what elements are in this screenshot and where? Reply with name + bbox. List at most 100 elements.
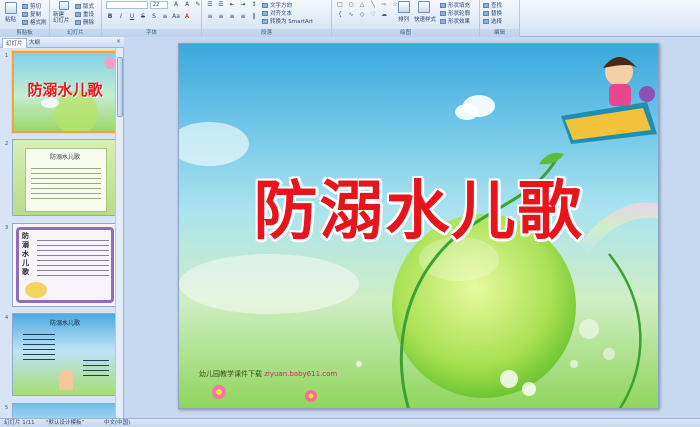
justify-icon[interactable]: ≡ <box>239 13 247 20</box>
align-right-icon[interactable]: ≡ <box>228 13 236 20</box>
pane-tabs: 幻灯片 大纲 × <box>0 37 124 48</box>
select-button[interactable]: 选择 <box>483 17 502 25</box>
thumbnail-item[interactable]: 4 防溺水儿歌 <box>2 313 116 397</box>
thumbnail-item[interactable]: 5 <box>2 403 116 418</box>
quick-styles-icon[interactable] <box>418 1 430 13</box>
bold-icon[interactable]: B <box>106 13 114 20</box>
font-group: 22 A A ✎ B I U S S ≡ Aa A 字体 <box>102 0 202 37</box>
cut-button[interactable]: 剪切 <box>22 2 41 10</box>
underline-icon[interactable]: U <box>128 13 136 20</box>
line-shape-icon[interactable]: ╲ <box>369 1 377 8</box>
reset-icon <box>75 12 81 17</box>
layout-button[interactable]: 版式 <box>75 2 94 10</box>
triangle-shape-icon[interactable]: △ <box>358 1 366 8</box>
thumbnail-slide-3[interactable]: 防溺水儿歌 <box>12 223 116 307</box>
decrease-indent-icon[interactable]: ⇤ <box>228 1 236 8</box>
grow-font-icon[interactable]: A <box>172 1 180 8</box>
thumbnail-number: 4 <box>5 315 9 321</box>
slide-footer[interactable]: 幼儿园教学课件下载 ziyuan.baby611.com <box>199 369 337 379</box>
text-direction-button[interactable]: 文字方向 <box>262 1 292 9</box>
numbering-icon[interactable]: ☰ <box>217 1 225 8</box>
thumbnail-text-lines <box>31 164 101 202</box>
drawing-group-label: 绘图 <box>332 29 479 37</box>
align-left-icon[interactable]: ≡ <box>206 13 214 20</box>
smartart-button[interactable]: 转换为 SmartArt <box>262 17 313 25</box>
thumbnail-slide-4[interactable]: 防溺水儿歌 <box>12 313 116 396</box>
new-slide-button[interactable]: 新建 幻灯片 <box>53 12 70 24</box>
replace-button[interactable]: 替换 <box>483 9 502 17</box>
thumbnail-slide-5[interactable] <box>12 403 116 418</box>
clipboard-group: 粘贴 剪切 复制 格式刷 剪贴板 <box>0 0 50 37</box>
copy-button[interactable]: 复制 <box>22 10 41 18</box>
thumbnail-number: 3 <box>5 225 9 231</box>
thumbnail-scrollbar[interactable] <box>115 48 123 418</box>
spacing-icon[interactable]: ≡ <box>161 13 169 20</box>
thumbnail-slide-1[interactable]: 防溺水儿歌 <box>12 51 116 133</box>
clear-format-icon[interactable]: ✎ <box>194 1 202 8</box>
cloud-shape-icon[interactable]: ☁ <box>380 11 388 18</box>
line-spacing-icon[interactable]: ↕ <box>250 1 258 8</box>
shapes-gallery[interactable]: □ ○ △ ╲ ⇨ ☆ <box>336 1 399 8</box>
font-style-buttons: B I U S S ≡ Aa A <box>106 13 191 20</box>
shadow-icon[interactable]: S <box>150 13 158 20</box>
font-group-label: 字体 <box>102 29 201 37</box>
slides-group-label: 幻灯片 <box>50 29 101 37</box>
reset-button[interactable]: 重设 <box>75 10 94 18</box>
find-button[interactable]: 查找 <box>483 1 502 9</box>
columns-icon[interactable]: ‖ <box>250 13 258 20</box>
thumbnail-text-lines <box>37 236 109 276</box>
brace-shape-icon[interactable]: { <box>336 11 344 18</box>
new-slide-icon[interactable] <box>59 1 69 10</box>
oval-shape-icon[interactable]: ○ <box>347 1 355 8</box>
slides-pane: 幻灯片 大纲 × 1 防溺水儿歌 2 防溺水儿歌 3 防溺水儿歌 4 防溺水儿歌… <box>0 37 124 418</box>
font-name-combo[interactable] <box>106 1 148 9</box>
theme-name: "默认设计模板" <box>46 420 85 426</box>
shape-effects-button[interactable]: 形状效果 <box>440 17 470 25</box>
heart-shape-icon[interactable]: ♡ <box>369 11 377 18</box>
delete-label: 删除 <box>83 20 95 26</box>
cursor-icon <box>483 19 489 24</box>
increase-indent-icon[interactable]: ⇥ <box>239 1 247 8</box>
thumbnail-number: 1 <box>5 53 9 59</box>
thumbnail-item[interactable]: 1 防溺水儿歌 <box>2 51 116 135</box>
bullets-icon[interactable]: ☰ <box>206 1 214 8</box>
tab-outline[interactable]: 大纲 <box>26 38 43 48</box>
tab-slides[interactable]: 幻灯片 <box>2 38 27 48</box>
shrink-font-icon[interactable]: A <box>183 1 191 8</box>
shapes-gallery-row2[interactable]: { ∿ ◇ ♡ ☁ <box>336 11 388 18</box>
arrange-button[interactable]: 排列 <box>398 15 409 23</box>
shape-fill-button[interactable]: 形状填充 <box>440 1 470 9</box>
callout-shape-icon[interactable]: ◇ <box>358 11 366 18</box>
quick-styles-button[interactable]: 快速样式 <box>414 15 436 23</box>
case-icon[interactable]: Aa <box>172 13 180 20</box>
slide-canvas[interactable]: 防溺水儿歌 幼儿园教学课件下载 ziyuan.baby611.com <box>178 43 659 409</box>
arrow-shape-icon[interactable]: ⇨ <box>380 1 388 8</box>
close-pane-icon[interactable]: × <box>116 38 121 45</box>
format-painter-button[interactable]: 格式刷 <box>22 18 47 26</box>
arrange-icon[interactable] <box>398 1 410 13</box>
thumbnail-text-lines <box>23 330 55 364</box>
italic-icon[interactable]: I <box>117 13 125 20</box>
font-size-combo[interactable]: 22 <box>150 1 168 9</box>
align-text-button[interactable]: 对齐文本 <box>262 9 292 17</box>
paste-button[interactable]: 粘贴 <box>5 15 16 23</box>
delete-slide-button[interactable]: 删除 <box>75 18 94 26</box>
paragraph-group: ☰ ☰ ⇤ ⇥ ↕ ≡ ≡ ≡ ≡ ‖ 文字方向 对齐文本 转换为 SmartA… <box>202 0 332 37</box>
thumbnail-slide-2[interactable]: 防溺水儿歌 <box>12 139 116 216</box>
paste-icon[interactable] <box>5 2 17 14</box>
editing-group: 查找 替换 选择 编辑 <box>480 0 520 37</box>
curve-shape-icon[interactable]: ∿ <box>347 11 355 18</box>
slide-title[interactable]: 防溺水儿歌 <box>179 160 658 252</box>
shape-outline-button[interactable]: 形状轮廓 <box>440 9 470 17</box>
thumbnail-title: 防溺水儿歌 <box>27 81 103 99</box>
thumbnail-item[interactable]: 2 防溺水儿歌 <box>2 139 116 217</box>
thumbnail-item[interactable]: 3 防溺水儿歌 <box>2 223 116 308</box>
font-color-icon[interactable]: A <box>183 13 191 20</box>
thumbnail-decoration <box>25 282 47 298</box>
align-center-icon[interactable]: ≡ <box>217 13 225 20</box>
smartart-icon <box>262 19 268 24</box>
language-indicator[interactable]: 中文(中国) <box>104 419 130 427</box>
strikethrough-icon[interactable]: S <box>139 13 147 20</box>
rectangle-shape-icon[interactable]: □ <box>336 1 344 8</box>
scrollbar-thumb[interactable] <box>117 57 123 117</box>
